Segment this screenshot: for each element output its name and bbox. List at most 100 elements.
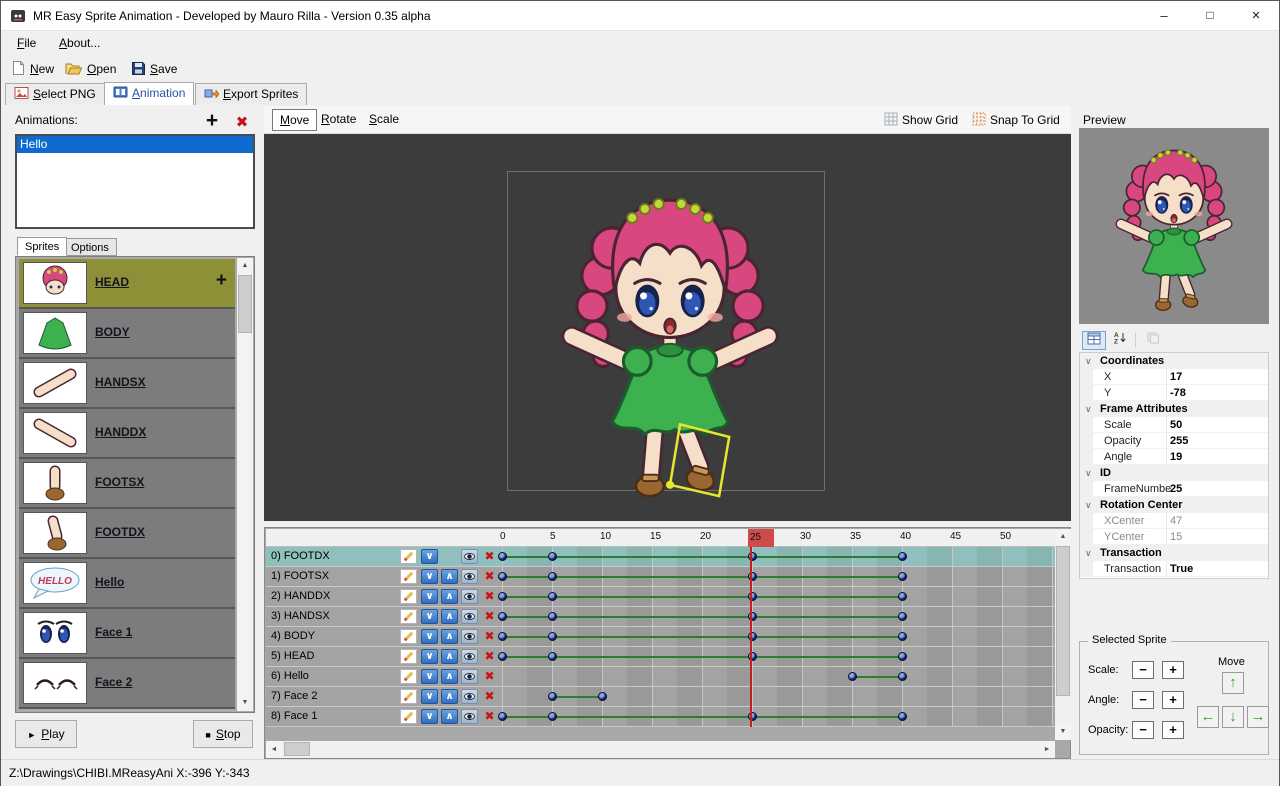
scroll-down-icon[interactable]: ▼ <box>1055 724 1071 740</box>
keyframe-dot[interactable] <box>898 652 907 661</box>
keyframe-dot[interactable] <box>898 552 907 561</box>
edit-keyframe-icon[interactable] <box>400 549 417 564</box>
timeline-row[interactable]: 7) Face 2 ∨ ∧ ✖ <box>266 687 1055 707</box>
property-category[interactable]: ∨Transaction <box>1080 545 1268 561</box>
delete-layer-icon[interactable]: ✖ <box>481 609 498 624</box>
scroll-thumb[interactable] <box>1056 546 1070 696</box>
animation-list-item[interactable]: Hello <box>17 136 253 153</box>
keyframe-dot[interactable] <box>498 632 507 641</box>
property-row[interactable]: TransactionTrue <box>1080 561 1268 577</box>
keyframe-dot[interactable] <box>898 632 907 641</box>
scroll-right-icon[interactable]: ► <box>1039 741 1055 758</box>
property-row[interactable]: X17 <box>1080 369 1268 385</box>
delete-layer-icon[interactable]: ✖ <box>481 709 498 724</box>
keyframe-dot[interactable] <box>548 612 557 621</box>
property-category[interactable]: ∨Rotation Center <box>1080 497 1268 513</box>
timeline-track[interactable] <box>498 587 1054 606</box>
timeline-ruler[interactable]: 0 5 10 15 20 25 30 35 40 45 50 <box>266 529 1055 547</box>
sprite-item-footdx[interactable]: FOOTDX <box>19 509 235 559</box>
timeline-row[interactable]: 8) Face 1 ∨ ∧ ✖ <box>266 707 1055 727</box>
keyframe-dot[interactable] <box>848 672 857 681</box>
scale-tool-button[interactable]: Scale <box>362 109 406 131</box>
property-value[interactable]: -78 <box>1170 385 1186 401</box>
tab-export-sprites[interactable]: Export Sprites <box>195 83 307 105</box>
alphabetical-sort-button[interactable]: AZ <box>1108 331 1132 350</box>
collapse-chevron-icon[interactable]: ∨ <box>1085 353 1092 369</box>
scroll-thumb[interactable] <box>284 742 310 756</box>
keyframe-dot[interactable] <box>898 592 907 601</box>
move-layer-up-icon[interactable]: ∧ <box>441 669 458 684</box>
add-animation-button[interactable]: + <box>199 109 225 135</box>
move-left-button[interactable]: ← <box>1197 706 1219 728</box>
move-layer-down-icon[interactable]: ∨ <box>421 569 438 584</box>
move-layer-down-icon[interactable]: ∨ <box>421 649 438 664</box>
property-row[interactable]: Y-78 <box>1080 385 1268 401</box>
timeline-row[interactable]: 5) HEAD ∨ ∧ ✖ <box>266 647 1055 667</box>
tab-select-png[interactable]: Select PNG <box>5 83 105 105</box>
move-layer-up-icon[interactable]: ∧ <box>441 609 458 624</box>
sprite-item-handsx[interactable]: HANDSX <box>19 359 235 409</box>
visibility-icon[interactable] <box>461 709 478 724</box>
keyframe-dot[interactable] <box>598 692 607 701</box>
keyframe-dot[interactable] <box>548 712 557 721</box>
animation-canvas[interactable] <box>264 134 1071 521</box>
timeline-vertical-scrollbar[interactable]: ▲ ▼ <box>1055 529 1071 740</box>
move-layer-up-icon[interactable]: ∧ <box>441 629 458 644</box>
keyframe-dot[interactable] <box>548 692 557 701</box>
move-layer-up-icon[interactable]: ∧ <box>441 689 458 704</box>
keyframe-dot[interactable] <box>498 612 507 621</box>
edit-keyframe-icon[interactable] <box>400 669 417 684</box>
delete-layer-icon[interactable]: ✖ <box>481 689 498 704</box>
visibility-icon[interactable] <box>461 629 478 644</box>
angle-increase-button[interactable]: + <box>1162 691 1184 709</box>
move-layer-down-icon[interactable]: ∨ <box>421 689 438 704</box>
sprite-list-scrollbar[interactable]: ▲ ▼ <box>237 258 253 711</box>
scroll-down-icon[interactable]: ▼ <box>237 695 253 711</box>
maximize-button[interactable]: □ <box>1187 1 1233 31</box>
add-sprite-to-timeline-icon[interactable]: + <box>216 270 227 292</box>
move-layer-down-icon[interactable]: ∨ <box>421 609 438 624</box>
move-layer-down-icon[interactable]: ∨ <box>421 709 438 724</box>
timeline-row[interactable]: 2) HANDDX ∨ ∧ ✖ <box>266 587 1055 607</box>
menu-file[interactable]: File <box>11 31 42 56</box>
edit-keyframe-icon[interactable] <box>400 609 417 624</box>
sprite-item-head[interactable]: HEAD + <box>19 259 235 309</box>
timeline-track[interactable] <box>498 567 1054 586</box>
property-category[interactable]: ∨Coordinates <box>1080 353 1268 369</box>
property-row[interactable]: FrameNumbe25 <box>1080 481 1268 497</box>
property-value[interactable]: 50 <box>1170 417 1182 433</box>
keyframe-dot[interactable] <box>548 592 557 601</box>
timeline-track[interactable] <box>498 627 1054 646</box>
opacity-increase-button[interactable]: + <box>1162 721 1184 739</box>
angle-decrease-button[interactable]: − <box>1132 691 1154 709</box>
edit-keyframe-icon[interactable] <box>400 629 417 644</box>
collapse-chevron-icon[interactable]: ∨ <box>1085 401 1092 417</box>
move-layer-up-icon[interactable]: ∧ <box>441 649 458 664</box>
timeline-track[interactable] <box>498 707 1054 726</box>
chibi-character[interactable] <box>544 170 796 510</box>
close-button[interactable]: × <box>1233 1 1279 31</box>
menu-about[interactable]: About... <box>53 31 106 56</box>
visibility-icon[interactable] <box>461 689 478 704</box>
property-category[interactable]: ∨Frame Attributes <box>1080 401 1268 417</box>
move-layer-up-icon[interactable]: ∧ <box>441 589 458 604</box>
timeline-row[interactable]: 3) HANDSX ∨ ∧ ✖ <box>266 607 1055 627</box>
visibility-icon[interactable] <box>461 609 478 624</box>
sprite-item-hello[interactable]: HELLO Hello <box>19 559 235 609</box>
move-tool-button[interactable]: Move <box>272 109 317 131</box>
scroll-thumb[interactable] <box>238 275 252 333</box>
scale-decrease-button[interactable]: − <box>1132 661 1154 679</box>
property-row[interactable]: Angle19 <box>1080 449 1268 465</box>
playhead[interactable] <box>750 547 752 727</box>
timeline-row[interactable]: 1) FOOTSX ∨ ∧ ✖ <box>266 567 1055 587</box>
tab-options[interactable]: Options <box>63 238 117 256</box>
keyframe-dot[interactable] <box>548 552 557 561</box>
property-value[interactable]: 25 <box>1170 481 1182 497</box>
open-button[interactable]: Open <box>65 57 116 81</box>
tab-animation[interactable]: Animation <box>104 82 194 105</box>
scroll-left-icon[interactable]: ◄ <box>266 741 282 758</box>
keyframe-dot[interactable] <box>498 552 507 561</box>
property-value[interactable]: 255 <box>1170 433 1188 449</box>
move-layer-up-icon[interactable]: ∧ <box>441 709 458 724</box>
sprite-item-body[interactable]: BODY <box>19 309 235 359</box>
